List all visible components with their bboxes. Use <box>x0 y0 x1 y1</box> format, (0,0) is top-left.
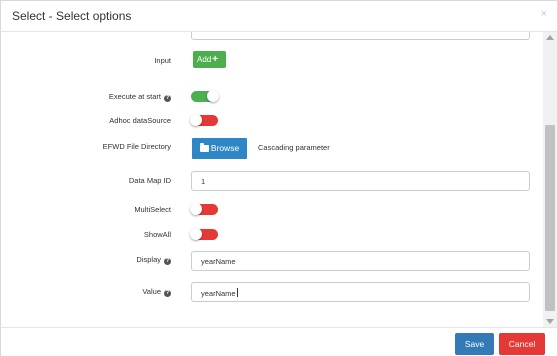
help-icon[interactable]: ? <box>164 258 171 265</box>
execute-label: Execute at start? <box>109 92 171 102</box>
scrollbar-thumb[interactable] <box>545 125 555 311</box>
cascading-parameter-label: Cascading parameter <box>258 143 330 152</box>
dialog-title: Select - Select options <box>12 9 132 23</box>
display-row: Display? yearName <box>1 251 543 271</box>
add-button[interactable]: Add+ <box>193 51 226 68</box>
value-label-text: Value <box>142 287 161 296</box>
dialog-header: Select - Select options × <box>1 1 557 32</box>
execute-toggle[interactable] <box>191 90 219 102</box>
adhoc-row: Adhoc dataSource <box>1 114 543 128</box>
previous-field-input[interactable] <box>191 32 530 40</box>
toggle-knob <box>190 114 202 126</box>
input-label: Input <box>154 56 171 65</box>
execute-label-text: Execute at start <box>108 92 161 101</box>
efwd-row: EFWD File Directory Browse Cascading par… <box>1 138 543 160</box>
showall-row: ShowAll <box>1 228 543 242</box>
toggle-knob <box>190 228 202 240</box>
multiselect-row: MultiSelect <box>1 203 543 217</box>
execute-row: Execute at start? <box>1 90 543 104</box>
cancel-button[interactable]: Cancel <box>499 333 545 355</box>
help-icon[interactable]: ? <box>164 95 171 102</box>
showall-label: ShowAll <box>143 230 171 239</box>
toggle-knob <box>190 203 202 215</box>
folder-icon <box>199 143 209 152</box>
adhoc-label: Adhoc dataSource <box>109 116 171 125</box>
save-button[interactable]: Save <box>455 333 494 355</box>
scroll-up-arrow-icon[interactable] <box>546 35 554 40</box>
value-input[interactable]: yearName <box>191 282 530 302</box>
datamap-label: Data Map ID <box>128 176 171 185</box>
datamap-row: Data Map ID 1 <box>1 171 543 191</box>
efwd-label: EFWD File Directory <box>102 142 171 151</box>
display-input[interactable]: yearName <box>191 251 530 271</box>
text-cursor <box>236 288 238 297</box>
vertical-scrollbar[interactable] <box>543 32 557 327</box>
plus-icon: + <box>212 54 219 65</box>
add-button-label: Add <box>197 55 212 64</box>
value-label: Value? <box>142 287 171 297</box>
showall-toggle[interactable] <box>190 228 218 240</box>
browse-button-label: Browse <box>210 143 240 153</box>
browse-button[interactable]: Browse <box>192 138 247 159</box>
multiselect-toggle[interactable] <box>190 203 218 215</box>
toggle-knob <box>207 90 219 102</box>
select-options-dialog: Select - Select options × Input Add+ Exe… <box>0 0 558 356</box>
value-row: Value? yearName <box>1 282 543 302</box>
datamap-input[interactable]: 1 <box>191 171 530 191</box>
display-label-text: Display <box>136 255 161 264</box>
input-row: Input Add+ <box>1 51 543 72</box>
dialog-footer: Save Cancel <box>1 327 557 356</box>
value-input-text: yearName <box>201 289 236 298</box>
help-icon[interactable]: ? <box>164 290 171 297</box>
adhoc-toggle[interactable] <box>190 114 218 126</box>
display-label: Display? <box>136 255 171 265</box>
dialog-body: Input Add+ Execute at start? Adhoc dataS… <box>1 32 543 327</box>
multiselect-label: MultiSelect <box>134 205 171 214</box>
scroll-down-arrow-icon[interactable] <box>546 319 554 324</box>
close-icon[interactable]: × <box>541 9 547 20</box>
